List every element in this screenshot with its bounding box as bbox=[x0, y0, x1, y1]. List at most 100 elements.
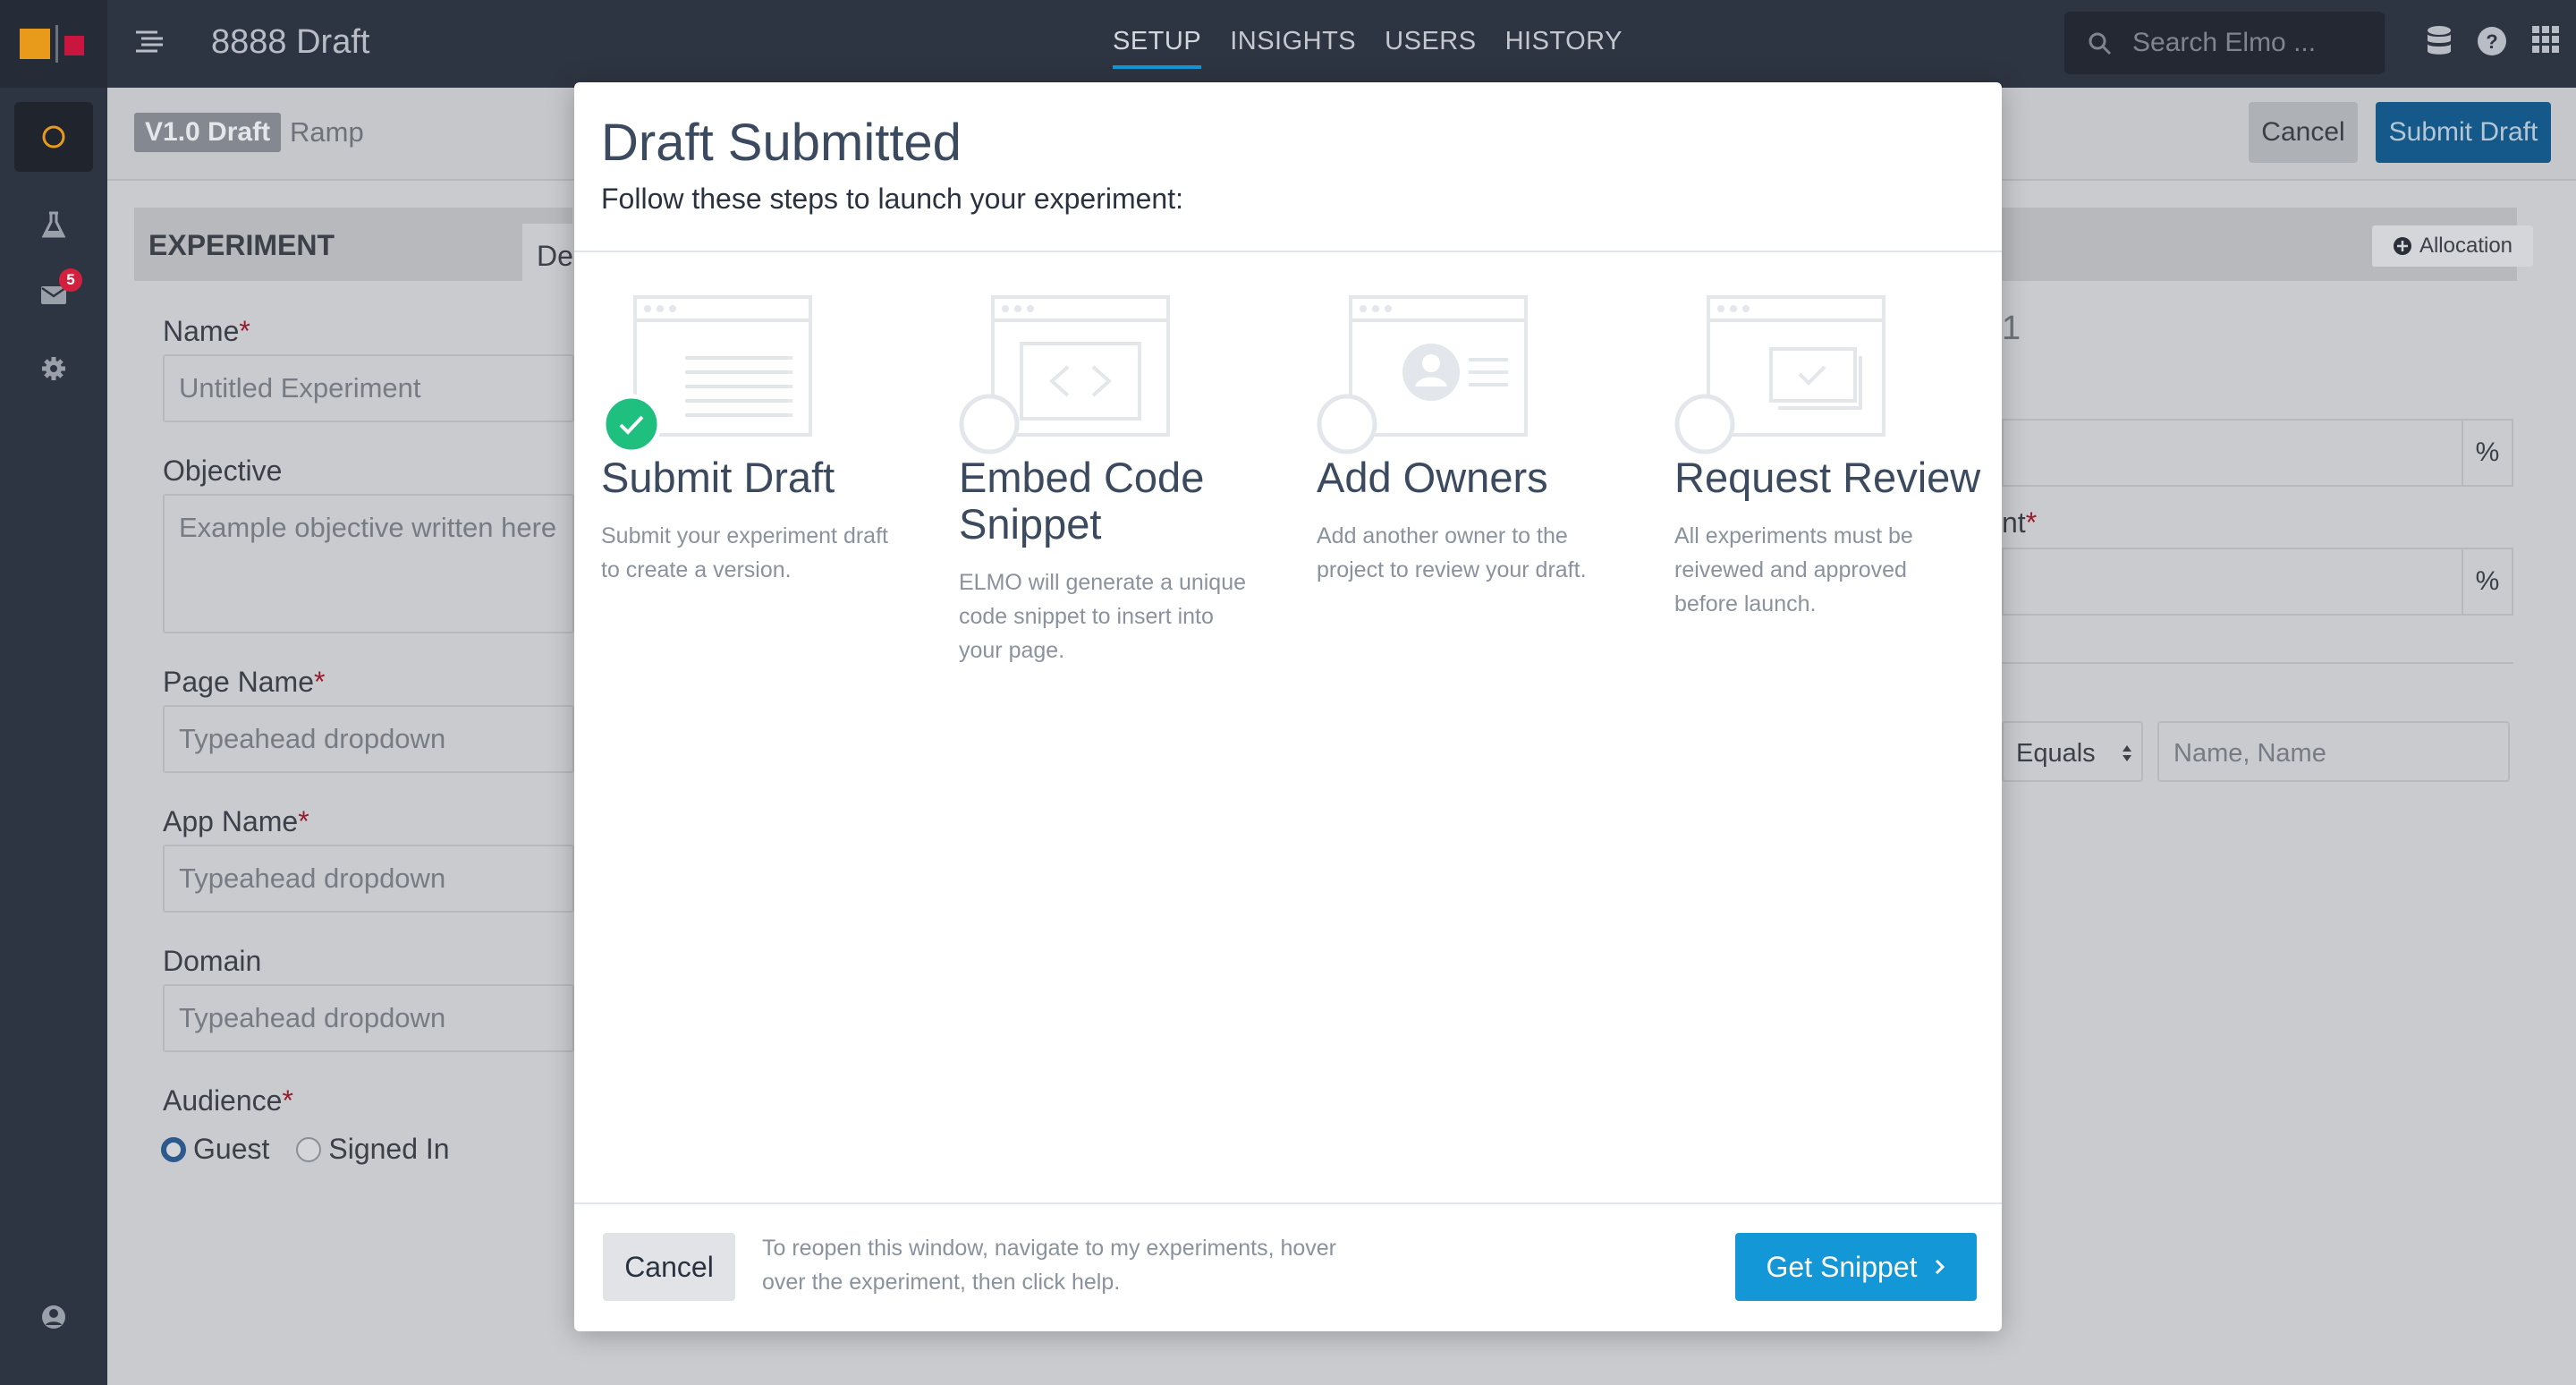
signed-in-radio[interactable] bbox=[296, 1136, 322, 1162]
step-description: All experiments must be reivewed and app… bbox=[1674, 523, 1913, 616]
circle-icon bbox=[42, 125, 65, 149]
percent-addon-1: % bbox=[2462, 419, 2513, 487]
name-filter-input[interactable]: Name, Name bbox=[2157, 721, 2510, 782]
sidebar-item-profile[interactable] bbox=[0, 1299, 107, 1335]
step-illustration bbox=[1674, 293, 1996, 455]
user-circle-icon bbox=[42, 1305, 65, 1329]
modal-header-divider bbox=[574, 251, 2002, 252]
step-title: Submit Draft bbox=[601, 454, 835, 501]
top-navigation-bar: 8888 Draft SETUP INSIGHTS USERS HISTORY … bbox=[107, 0, 2576, 88]
step-pending-icon bbox=[1317, 394, 1377, 455]
notification-badge: 5 bbox=[59, 268, 82, 292]
header-cancel-button[interactable]: Cancel bbox=[2249, 102, 2358, 163]
tab-users[interactable]: USERS bbox=[1385, 27, 1476, 69]
status-label: Ramp bbox=[290, 116, 364, 148]
svg-text:?: ? bbox=[2486, 30, 2497, 53]
step-illustration bbox=[601, 293, 923, 455]
signed-in-radio-label: Signed In bbox=[328, 1133, 450, 1165]
gear-icon bbox=[42, 357, 65, 380]
step-description: ELMO will generate a unique code snippet… bbox=[959, 570, 1247, 663]
get-snippet-label: Get Snippet bbox=[1766, 1250, 1918, 1283]
objective-label: Objective bbox=[163, 455, 283, 487]
sidebar-item-settings[interactable] bbox=[0, 351, 107, 387]
domain-label: Domain bbox=[163, 945, 262, 977]
step-title: Embed Code Snippet bbox=[959, 454, 1205, 548]
app-name-label-text: App Name bbox=[163, 805, 299, 837]
required-marker: * bbox=[239, 315, 250, 347]
app-name-label: App Name* bbox=[163, 805, 309, 838]
right-panel-label-text: nt bbox=[2002, 506, 2026, 539]
page-name-label-text: Page Name bbox=[163, 666, 314, 698]
step-embed-code: Embed Code Snippet ELMO will generate a … bbox=[959, 293, 1281, 667]
name-input[interactable]: Untitled Experiment bbox=[163, 354, 574, 422]
help-icon: ? bbox=[2478, 27, 2506, 55]
audience-radio-group: Guest Signed In bbox=[161, 1133, 450, 1166]
section-title: EXPERIMENT bbox=[148, 229, 335, 261]
tab-insights[interactable]: INSIGHTS bbox=[1230, 27, 1356, 69]
sidebar-item-lab[interactable] bbox=[0, 208, 107, 243]
apps-grid-button[interactable] bbox=[2531, 25, 2560, 58]
step-illustration bbox=[959, 293, 1281, 455]
allocation-input-1[interactable] bbox=[2002, 419, 2462, 487]
step-title: Add Owners bbox=[1317, 454, 1548, 501]
page-name-input[interactable]: Typeahead dropdown bbox=[163, 705, 574, 773]
modal-subtitle: Follow these steps to launch your experi… bbox=[601, 183, 1183, 215]
step-title: Request Review bbox=[1674, 454, 1981, 501]
experiment-section-header: EXPERIMENT bbox=[134, 208, 572, 281]
step-pending-icon bbox=[959, 394, 1020, 455]
name-label-text: Name bbox=[163, 315, 240, 347]
operator-select[interactable]: Equals bbox=[2002, 721, 2143, 782]
left-sidebar: 5 bbox=[0, 0, 107, 1385]
required-marker: * bbox=[298, 805, 309, 837]
sidebar-item-messages[interactable] bbox=[0, 277, 107, 313]
right-panel-value: 1 bbox=[2002, 310, 2021, 347]
page-name-label: Page Name* bbox=[163, 666, 325, 699]
modal-footer-divider bbox=[574, 1202, 2002, 1204]
app-name-input[interactable]: Typeahead dropdown bbox=[163, 845, 574, 913]
required-marker: * bbox=[313, 666, 326, 698]
name-label: Name* bbox=[163, 315, 250, 348]
right-panel-label: nt* bbox=[2002, 506, 2037, 540]
plus-circle-icon bbox=[2393, 237, 2411, 255]
domain-input[interactable]: Typeahead dropdown bbox=[163, 984, 574, 1052]
guest-radio[interactable] bbox=[161, 1136, 186, 1162]
guest-radio-label: Guest bbox=[193, 1133, 270, 1165]
database-icon bbox=[2428, 26, 2451, 55]
global-search bbox=[2064, 12, 2385, 74]
logo-orange-square bbox=[20, 29, 50, 59]
objective-textarea[interactable]: Example objective written here bbox=[163, 494, 574, 633]
menu-toggle-button[interactable] bbox=[134, 27, 165, 62]
app-logo[interactable] bbox=[0, 0, 107, 88]
app-title: 8888 Draft bbox=[211, 23, 370, 61]
modal-cancel-button[interactable]: Cancel bbox=[603, 1233, 735, 1301]
tab-history[interactable]: HISTORY bbox=[1505, 27, 1623, 69]
submit-draft-button[interactable]: Submit Draft bbox=[2376, 102, 2551, 163]
search-icon bbox=[2089, 32, 2112, 55]
search-input[interactable] bbox=[2132, 12, 2374, 74]
list-menu-icon bbox=[136, 30, 163, 53]
audience-label-text: Audience bbox=[163, 1084, 283, 1117]
step-pending-icon bbox=[1674, 394, 1735, 455]
chevron-right-icon bbox=[1935, 1259, 1945, 1275]
sidebar-item-experiments[interactable] bbox=[14, 102, 93, 172]
allocation-input-2[interactable] bbox=[2002, 548, 2462, 616]
logo-red-square bbox=[64, 36, 84, 55]
allocation-button[interactable]: Allocation bbox=[2372, 225, 2533, 267]
flask-icon bbox=[41, 211, 66, 238]
step-description: Submit your experiment draft to create a… bbox=[601, 523, 888, 582]
step-illustration bbox=[1317, 293, 1639, 455]
step-add-owners: Add Owners Add another owner to the proj… bbox=[1317, 293, 1639, 587]
required-marker: * bbox=[282, 1084, 293, 1117]
database-button[interactable] bbox=[2426, 25, 2453, 62]
help-button[interactable]: ? bbox=[2476, 25, 2508, 62]
footer-help-note: To reopen this window, navigate to my ex… bbox=[762, 1236, 1337, 1295]
tab-setup[interactable]: SETUP bbox=[1113, 27, 1202, 69]
required-marker: * bbox=[2025, 506, 2038, 539]
main-nav-tabs: SETUP INSIGHTS USERS HISTORY bbox=[1113, 27, 1623, 69]
step-description: Add another owner to the project to revi… bbox=[1317, 523, 1587, 582]
draft-submitted-modal: Draft Submitted Follow these steps to la… bbox=[574, 82, 2002, 1331]
modal-title: Draft Submitted bbox=[601, 114, 962, 172]
check-complete-icon bbox=[601, 394, 662, 455]
audience-label: Audience* bbox=[163, 1084, 293, 1117]
get-snippet-button[interactable]: Get Snippet bbox=[1735, 1233, 1977, 1301]
